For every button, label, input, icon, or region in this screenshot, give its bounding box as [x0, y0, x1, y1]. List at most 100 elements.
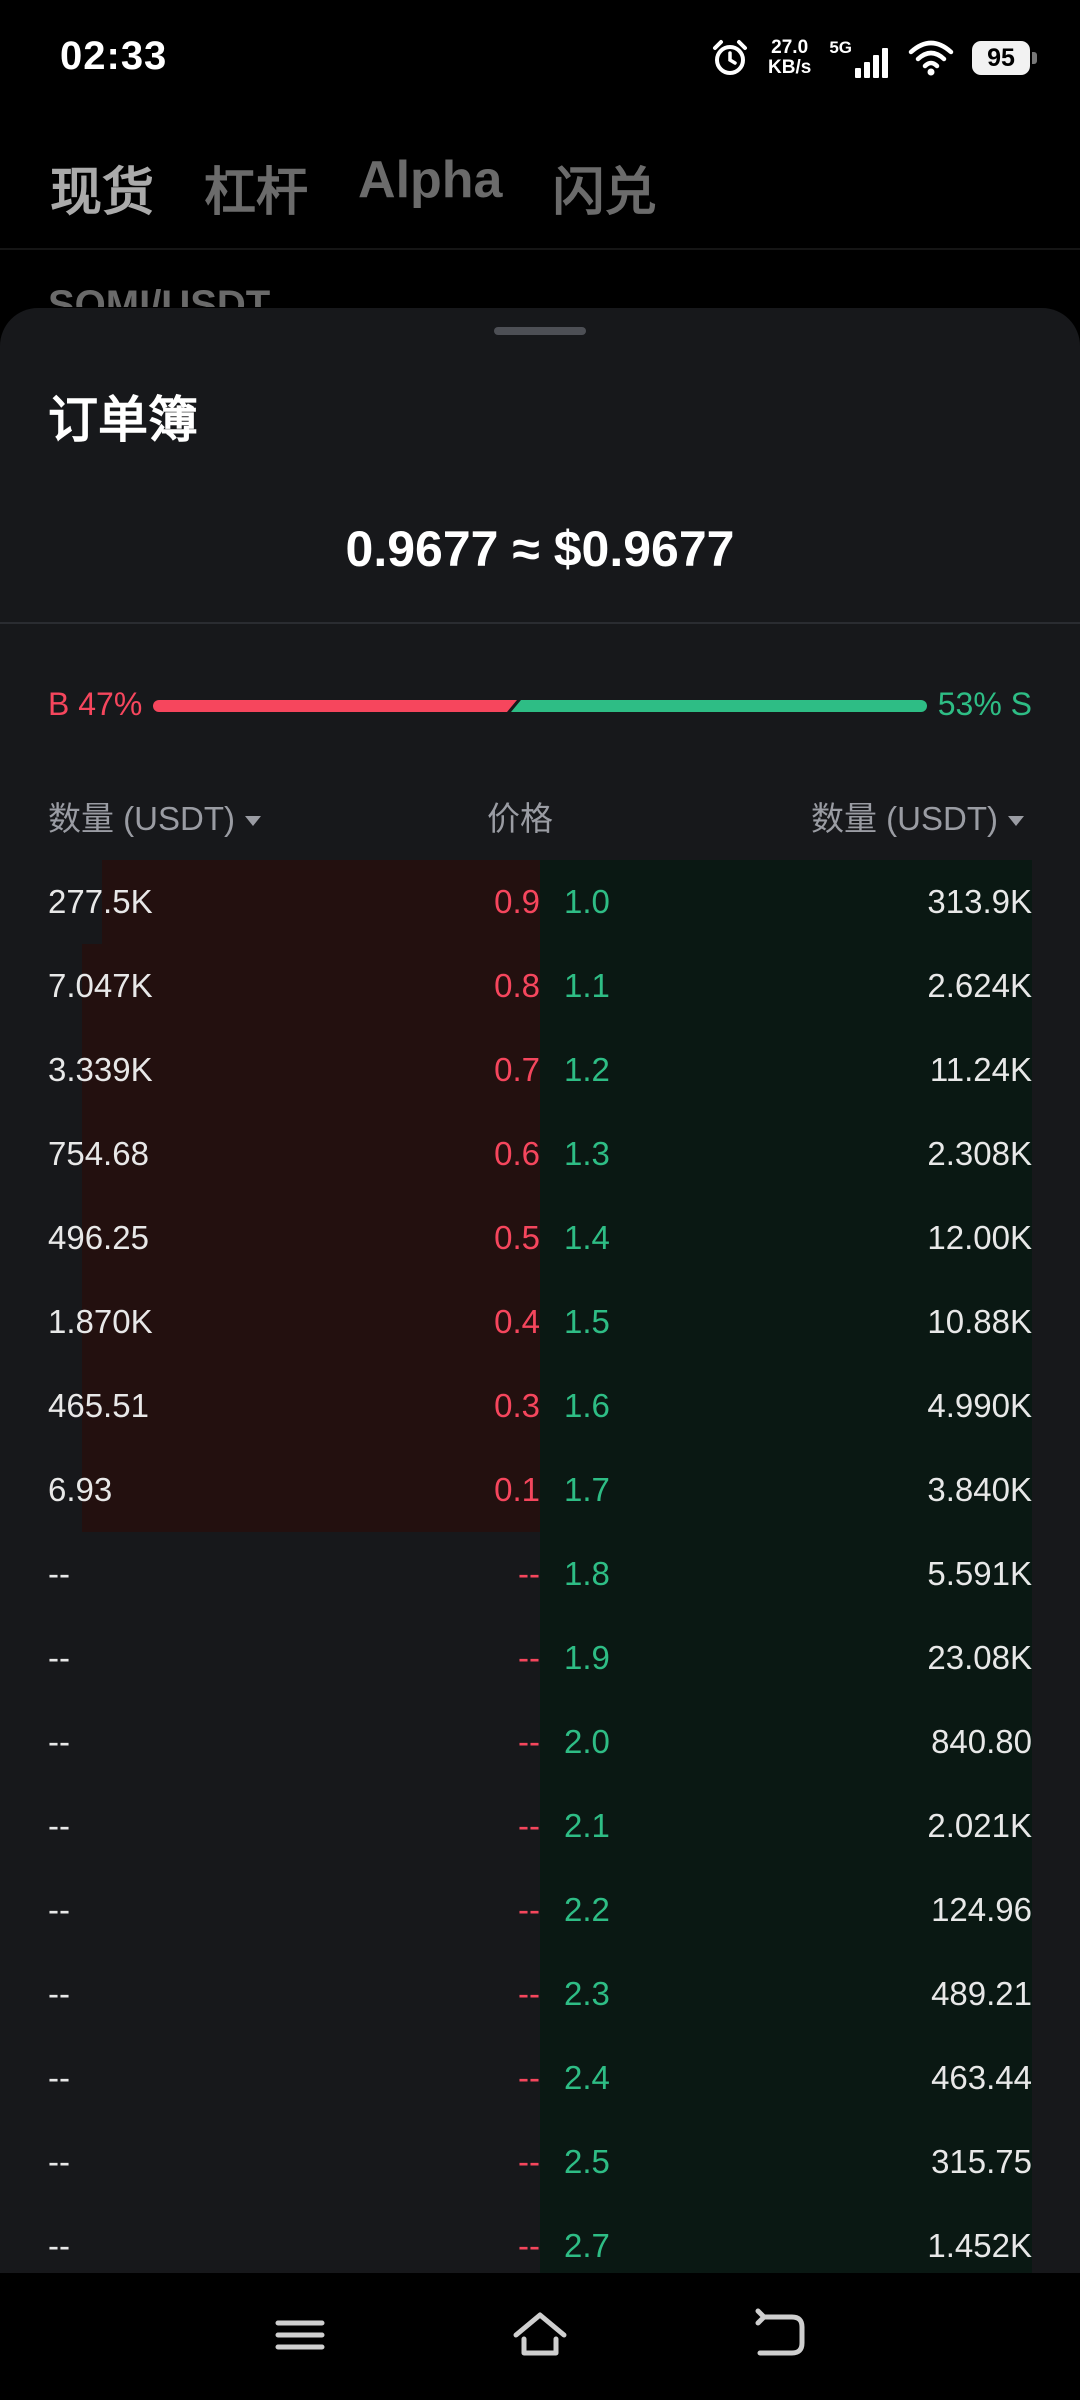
order-book-row[interactable]: 1.870K 0.4 1.5 10.88K: [0, 1280, 1080, 1364]
ask-price: 1.9: [564, 1639, 610, 1676]
ask-quantity-header-label: 数量 (USDT): [811, 800, 998, 837]
menu-icon[interactable]: [270, 2305, 330, 2365]
ask-quantity: 463.44: [931, 2059, 1032, 2096]
cellular-signal: 5G: [829, 38, 890, 78]
bid-quantity: 754.68: [48, 1135, 149, 1172]
bid-quantity-header[interactable]: 数量 (USDT): [48, 792, 261, 840]
ask-quantity: 5.591K: [927, 1555, 1032, 1592]
bid-quantity: 496.25: [48, 1219, 149, 1256]
bid-price: --: [518, 1807, 540, 1844]
bid-price: 0.7: [494, 1051, 540, 1088]
order-book-row[interactable]: -- -- 2.3 489.21: [0, 1952, 1080, 2036]
bid-quantity: 3.339K: [48, 1051, 153, 1088]
bid-depth-bar: [82, 1364, 540, 1448]
ask-price: 1.4: [564, 1219, 610, 1256]
bid-price: --: [518, 1723, 540, 1760]
status-icons: 27.0 KB/s 5G 95: [710, 30, 1037, 86]
ask-price: 2.0: [564, 1723, 610, 1760]
order-book-sheet: 订单簿 0.9677 ≈ $0.9677 B 47% 53% S 数量 (USD…: [0, 308, 1080, 2273]
ask-quantity: 2.021K: [927, 1807, 1032, 1844]
ask-quantity: 4.990K: [927, 1387, 1032, 1424]
order-book-row[interactable]: 465.51 0.3 1.6 4.990K: [0, 1364, 1080, 1448]
buy-sell-ratio: B 47% 53% S: [48, 678, 1032, 734]
order-book-row[interactable]: -- -- 2.7 1.452K: [0, 2204, 1080, 2273]
bid-price: --: [518, 1891, 540, 1928]
ask-price: 1.3: [564, 1135, 610, 1172]
order-book-row[interactable]: -- -- 1.8 5.591K: [0, 1532, 1080, 1616]
bid-quantity: 465.51: [48, 1387, 149, 1424]
ask-quantity: 315.75: [931, 2143, 1032, 2180]
order-book-row[interactable]: 496.25 0.5 1.4 12.00K: [0, 1196, 1080, 1280]
drag-handle[interactable]: [494, 327, 586, 335]
bid-depth-bar: [102, 860, 540, 944]
order-book-row[interactable]: -- -- 2.0 840.80: [0, 1700, 1080, 1784]
tab-margin[interactable]: 杠杆: [204, 150, 308, 225]
bid-quantity: --: [48, 2059, 70, 2096]
order-book-row[interactable]: 6.93 0.1 1.7 3.840K: [0, 1448, 1080, 1532]
order-book-row[interactable]: 3.339K 0.7 1.2 11.24K: [0, 1028, 1080, 1112]
bid-quantity: --: [48, 1891, 70, 1928]
ask-quantity: 489.21: [931, 1975, 1032, 2012]
ask-price: 1.6: [564, 1387, 610, 1424]
trading-pair[interactable]: SOMI/USDT: [48, 283, 270, 307]
ask-price: 1.1: [564, 967, 610, 1004]
ask-price: 1.7: [564, 1471, 610, 1508]
ask-price: 2.2: [564, 1891, 610, 1928]
back-icon[interactable]: [750, 2305, 810, 2365]
ask-price: 1.0: [564, 883, 610, 920]
home-icon[interactable]: [510, 2305, 570, 2365]
divider: [0, 248, 1080, 250]
signal-icon: [855, 48, 888, 78]
ask-price: 2.4: [564, 2059, 610, 2096]
ask-quantity: 3.840K: [927, 1471, 1032, 1508]
tab-spot[interactable]: 现货: [50, 150, 154, 225]
bid-quantity: --: [48, 1555, 70, 1592]
bid-price: --: [518, 1639, 540, 1676]
order-book-row[interactable]: -- -- 2.1 2.021K: [0, 1784, 1080, 1868]
ask-quantity-header[interactable]: 数量 (USDT): [811, 792, 1024, 840]
tab-convert[interactable]: 闪兑: [552, 150, 656, 225]
ask-price: 2.7: [564, 2227, 610, 2264]
caret-down-icon: [1008, 816, 1024, 827]
bid-price: --: [518, 2059, 540, 2096]
ask-quantity: 10.88K: [927, 1303, 1032, 1340]
ask-quantity: 840.80: [931, 1723, 1032, 1760]
order-book-row[interactable]: -- -- 2.4 463.44: [0, 2036, 1080, 2120]
order-book-row[interactable]: -- -- 1.9 23.08K: [0, 1616, 1080, 1700]
trade-type-tabs: 现货 杠杆 Alpha 闪兑: [50, 150, 657, 225]
order-book-row[interactable]: 277.5K 0.9 1.0 313.9K: [0, 860, 1080, 944]
sheet-title: 订单簿: [48, 392, 198, 448]
ask-quantity: 2.308K: [927, 1135, 1032, 1172]
ask-quantity: 12.00K: [927, 1219, 1032, 1256]
bid-quantity: --: [48, 1975, 70, 2012]
bid-quantity: 1.870K: [48, 1303, 153, 1340]
tab-alpha[interactable]: Alpha: [358, 150, 502, 225]
network-speed-value: 27.0: [771, 37, 809, 58]
sell-ratio-bar: [511, 700, 927, 712]
mid-price: 0.9677 ≈ $0.9677: [345, 521, 735, 577]
ask-price: 1.5: [564, 1303, 610, 1340]
ask-price: 2.3: [564, 1975, 610, 2012]
buy-ratio-label: B 47%: [48, 686, 143, 722]
order-book-row[interactable]: -- -- 2.5 315.75: [0, 2120, 1080, 2204]
bid-price: --: [518, 1555, 540, 1592]
order-book-row[interactable]: -- -- 2.2 124.96: [0, 1868, 1080, 1952]
ask-price: 1.8: [564, 1555, 610, 1592]
clock: 02:33: [60, 34, 168, 78]
network-speed-unit: KB/s: [768, 57, 812, 78]
bid-quantity: --: [48, 2227, 70, 2264]
bid-price: --: [518, 2227, 540, 2264]
ask-quantity: 313.9K: [927, 883, 1032, 920]
order-book-table: 277.5K 0.9 1.0 313.9K 7.047K 0.8 1.1 2.624K 3.33…: [0, 860, 1080, 2273]
ask-price: 1.2: [564, 1051, 610, 1088]
ask-quantity: 2.624K: [927, 967, 1032, 1004]
caret-down-icon: [244, 816, 261, 827]
status-bar: 02:33 27.0 KB/s 5G 95: [0, 0, 1080, 116]
bid-quantity: --: [48, 2143, 70, 2180]
bid-quantity-header-label: 数量 (USDT): [48, 800, 235, 837]
order-book-row[interactable]: 754.68 0.6 1.3 2.308K: [0, 1112, 1080, 1196]
order-book-row[interactable]: 7.047K 0.8 1.1 2.624K: [0, 944, 1080, 1028]
bid-price: 0.1: [494, 1471, 540, 1508]
divider: [0, 622, 1080, 624]
system-navigation-bar: [0, 2273, 1080, 2400]
